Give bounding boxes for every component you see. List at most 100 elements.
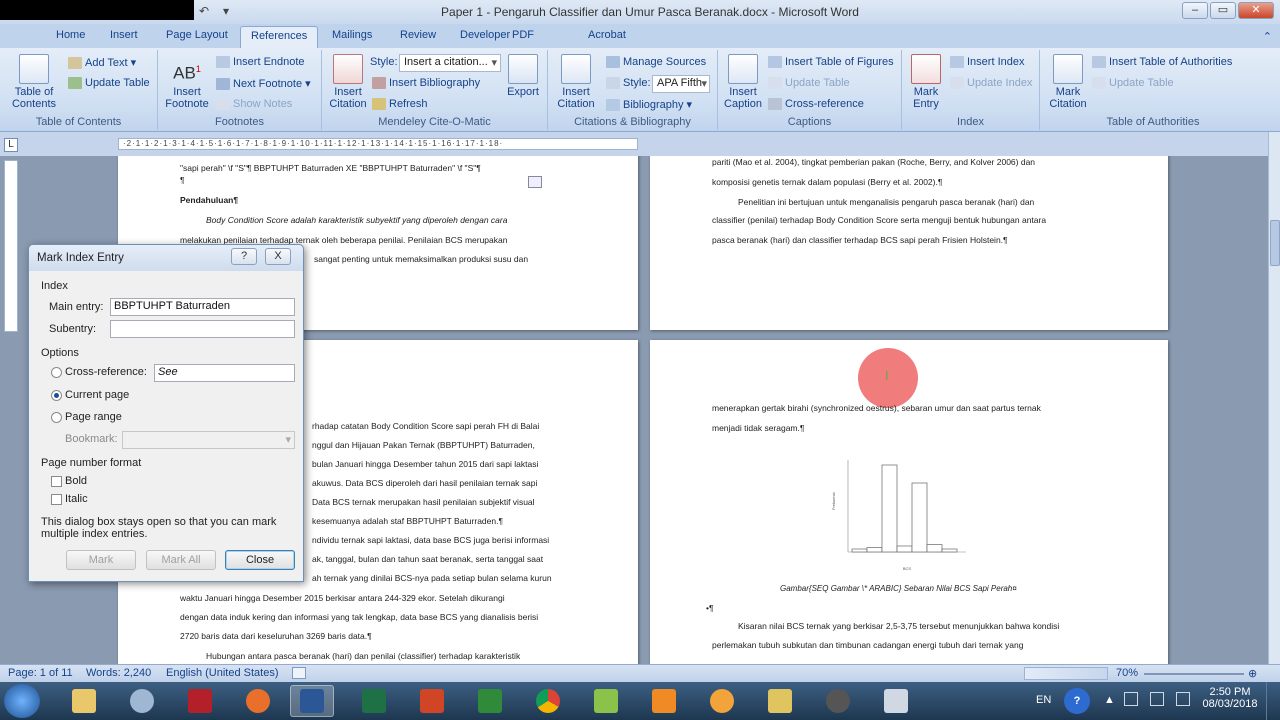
mark-citation-button[interactable]: Mark Citation xyxy=(1046,54,1090,110)
ribbon-minimize-icon[interactable]: ⌃ xyxy=(1263,30,1272,43)
tray-arrow-icon[interactable]: ▲ xyxy=(1104,694,1115,720)
pen-taskbar-button[interactable] xyxy=(758,685,802,717)
update-table-button[interactable]: Update Table xyxy=(68,77,150,89)
tab-view[interactable]: Developer xyxy=(460,29,510,41)
current-page-radio[interactable] xyxy=(51,390,62,401)
export-button[interactable]: Export xyxy=(502,54,544,98)
globe-taskbar-button[interactable] xyxy=(816,685,860,717)
clock[interactable]: 2:50 PM 08/03/2018 xyxy=(1202,686,1258,720)
tab-home[interactable]: Home xyxy=(56,29,85,41)
show-desktop-button[interactable] xyxy=(1266,682,1280,720)
window-taskbar-button[interactable] xyxy=(874,685,918,717)
tab-insert[interactable]: Insert xyxy=(110,29,138,41)
tab-mailings[interactable]: Mailings xyxy=(332,29,372,41)
language-indicator[interactable]: English (United States) xyxy=(166,667,279,679)
tray-icon[interactable] xyxy=(1124,692,1138,706)
page-range-radio[interactable] xyxy=(51,412,62,423)
figure-caption: Gambar{SEQ Gambar \* ARABIC} Sebaran Nil… xyxy=(780,584,1017,593)
insert-bibliography-button[interactable]: Insert Bibliography xyxy=(372,77,480,89)
chart-ylabel: Frekuensi xyxy=(831,492,836,510)
cross-reference-radio[interactable] xyxy=(51,367,62,378)
vertical-scrollbar[interactable] xyxy=(1268,132,1280,664)
explorer-taskbar-button[interactable] xyxy=(62,685,106,717)
next-footnote-button[interactable]: Next Footnote ▾ xyxy=(216,77,311,90)
main-entry-input[interactable]: BBPTUHPT Baturraden xyxy=(110,298,295,316)
word-taskbar-button[interactable] xyxy=(290,685,334,717)
subentry-input[interactable] xyxy=(110,320,295,338)
citation-style-select[interactable]: APA Fifth ▾ xyxy=(652,75,710,93)
horizontal-ruler[interactable]: ·2·1·1·2·1·3·1·4·1·5·1·6·1·7·1·8·1·9·1·1… xyxy=(118,138,638,150)
close-window-button[interactable]: ✕ xyxy=(1238,2,1274,19)
insert-index-button[interactable]: Insert Index xyxy=(950,56,1024,68)
close-button[interactable]: Close xyxy=(225,550,295,570)
tab-selector[interactable]: L xyxy=(4,138,18,152)
tab-pdf[interactable]: Acrobat xyxy=(588,29,626,41)
page2-line: pasca beranak (hari) dan classifier terh… xyxy=(712,235,1008,245)
bibliography-button[interactable]: Bibliography ▾ xyxy=(606,98,692,111)
tab-page-layout[interactable]: Page Layout xyxy=(166,29,228,41)
add-text-button[interactable]: Add Text ▾ xyxy=(68,56,136,69)
chrome-taskbar-button[interactable] xyxy=(526,685,570,717)
start-button[interactable] xyxy=(4,684,40,718)
insert-footnote-button[interactable]: AB1 Insert Footnote xyxy=(162,54,212,110)
wifi-taskbar-button[interactable] xyxy=(120,685,164,717)
group-label-captions: Captions xyxy=(787,116,832,128)
mark-all-button[interactable]: Mark All xyxy=(146,550,216,570)
page-2[interactable]: pariti (Mao et al. 2004), tingkat pember… xyxy=(650,156,1168,330)
word-count[interactable]: Words: 2,240 xyxy=(86,667,151,679)
dialog-title-bar[interactable]: Mark Index Entry ? X xyxy=(29,245,303,271)
mark-button[interactable]: Mark xyxy=(66,550,136,570)
powerpoint-taskbar-button[interactable] xyxy=(410,685,454,717)
dialog-close-icon[interactable]: X xyxy=(265,248,291,265)
insert-footnote-label-2: Footnote xyxy=(165,98,209,110)
mendeley-taskbar-button[interactable] xyxy=(178,685,222,717)
page-count[interactable]: Page: 1 of 11 xyxy=(8,667,73,679)
mendeley-style-select[interactable]: Insert a citation... ▾ xyxy=(399,54,501,72)
volume-icon[interactable] xyxy=(1176,692,1190,706)
mark-entry-button[interactable]: Mark Entry xyxy=(906,54,946,110)
restore-button[interactable]: ▭ xyxy=(1210,2,1236,19)
bookmark-select[interactable]: ▾ xyxy=(122,431,295,449)
refresh-button[interactable]: Refresh xyxy=(372,98,428,110)
cross-reference-button[interactable]: Cross-reference xyxy=(768,98,864,110)
language-tray[interactable]: EN xyxy=(1036,694,1051,720)
help-icon[interactable]: ? xyxy=(1064,688,1090,714)
excel-taskbar-button[interactable] xyxy=(352,685,396,717)
mendeley-insert-citation-button[interactable]: Insert Citation xyxy=(326,54,370,110)
update-index-button[interactable]: Update Index xyxy=(950,77,1032,89)
search-taskbar-button[interactable] xyxy=(700,685,744,717)
tab-developer[interactable]: PDF xyxy=(512,29,534,41)
paste-options-icon[interactable] xyxy=(528,176,542,188)
italic-checkbox[interactable] xyxy=(51,494,62,505)
network-icon[interactable] xyxy=(1150,692,1164,706)
view-buttons[interactable] xyxy=(1024,667,1108,680)
show-notes-button[interactable]: Show Notes xyxy=(216,98,292,110)
scrollbar-thumb[interactable] xyxy=(1270,220,1280,266)
table-of-contents-button[interactable]: Table of Contents xyxy=(6,54,62,110)
app-taskbar-button-green[interactable] xyxy=(584,685,628,717)
zoom-in-icon[interactable]: ⊕ xyxy=(1248,667,1257,680)
insert-caption-button[interactable]: Insert Caption xyxy=(722,54,764,110)
insert-table-of-figures-button[interactable]: Insert Table of Figures xyxy=(768,56,894,68)
help-button[interactable]: ? xyxy=(231,248,257,265)
captions-update-table-button[interactable]: Update Table xyxy=(768,77,850,89)
insert-endnote-button[interactable]: Insert Endnote xyxy=(216,56,305,68)
insert-table-of-authorities-button[interactable]: Insert Table of Authorities xyxy=(1092,56,1232,68)
firefox-taskbar-button[interactable] xyxy=(236,685,280,717)
minimize-button[interactable]: – xyxy=(1182,2,1208,19)
cross-reference-input[interactable]: See xyxy=(154,364,295,382)
macro-recording-icon[interactable] xyxy=(292,667,306,679)
chart-app-taskbar-button[interactable] xyxy=(468,685,512,717)
manage-sources-button[interactable]: Manage Sources xyxy=(606,56,706,68)
toa-update-table-button[interactable]: Update Table xyxy=(1092,77,1174,89)
insert-citation-button[interactable]: Insert Citation xyxy=(552,54,600,110)
zoom-level[interactable]: 70% xyxy=(1116,667,1138,679)
histogram-bar xyxy=(926,544,943,553)
chart-xlabel: BCS xyxy=(903,566,912,571)
vertical-ruler[interactable] xyxy=(4,160,18,332)
tab-review[interactable]: Review xyxy=(400,29,436,41)
bold-checkbox[interactable] xyxy=(51,476,62,487)
vlc-taskbar-button[interactable] xyxy=(642,685,686,717)
zoom-slider[interactable] xyxy=(1144,673,1244,675)
tab-references[interactable]: References xyxy=(240,26,319,48)
